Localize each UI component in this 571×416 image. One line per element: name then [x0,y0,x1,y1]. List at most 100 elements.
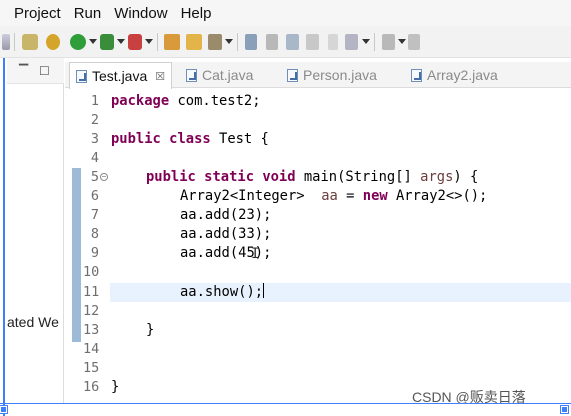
line-number: 4 [90,150,99,166]
tab-label: Test.java [92,68,148,84]
debug-icon[interactable] [46,34,60,50]
text-caret [263,283,265,298]
code-line-15: } [111,379,120,395]
line-number: 14 [83,341,100,357]
keyword: public [111,131,161,147]
keyword: void [262,169,296,185]
navigate-dropdown-icon[interactable] [398,39,406,44]
editor-tab-bar: Test.java ☒ Cat.java Person.java Array2.… [65,62,571,89]
code-text: = [337,188,363,204]
pencil-icon[interactable] [208,34,222,50]
menu-bar: Project Run Window Help [0,0,571,26]
selection-frame-left [3,0,5,416]
pin-icon[interactable] [245,34,257,50]
code-line-6: Array2<Integer> aa = new Array2<>(); [180,187,487,206]
keyword: package [111,93,170,109]
annotation-dropdown-icon[interactable] [362,39,370,44]
profile-dropdown-icon[interactable] [117,39,125,44]
code-text: aa.show(); [180,284,264,300]
code-line-3: public class Test { [111,130,269,149]
local-variable: aa [321,188,338,204]
run-dropdown-icon[interactable] [89,39,97,44]
tab-cat-java[interactable]: Cat.java [186,62,253,88]
code-text: Array2<Integer> [180,188,322,204]
java-file-icon [411,68,422,82]
tab-label: Cat.java [202,67,254,83]
pencil-dropdown-icon[interactable] [225,39,233,44]
code-text: main(String[] [295,169,421,185]
toolbar-separator [237,33,238,51]
keyword: static [204,169,254,185]
menu-project[interactable]: Project [14,5,61,22]
close-tab-icon[interactable]: ☒ [155,70,165,83]
bookmark-icon[interactable] [2,34,10,50]
navigate-icon[interactable] [382,34,395,50]
selection-handle-bottom-right[interactable] [560,405,569,414]
tab-label: Person.java [303,67,377,83]
selection-frame-bottom [0,403,571,404]
code-text: ) { [453,169,479,185]
mouse-ibeam-cursor: I [251,246,260,262]
line-number: 11 [83,284,100,300]
java-file-icon [76,69,87,83]
tab-test-java[interactable]: Test.java ☒ [69,62,173,89]
code-line-1: package com.test2; [111,92,261,111]
line-number: 12 [83,303,100,319]
menu-help[interactable]: Help [181,5,212,22]
parameter: args [420,169,454,185]
collapse-fold-icon[interactable]: − [100,173,108,181]
profile-icon[interactable] [100,34,114,50]
keyword: new [362,188,388,204]
line-number: 2 [90,112,99,128]
line-number: 7 [90,207,99,223]
line-number: 13 [83,322,100,338]
csdn-watermark: CSDN @贩卖日落 [412,389,526,405]
change-marker-bar [72,168,81,342]
menu-window[interactable]: Window [114,5,167,22]
next-annotation-icon[interactable] [408,34,420,50]
toolbar-separator [14,33,15,51]
tab-array2-java[interactable]: Array2.java [411,62,498,88]
line-number: 10 [83,264,100,280]
line-number: 6 [90,188,99,204]
line-number: 8 [90,226,99,242]
search-icon[interactable] [266,34,278,50]
toolbar-separator [157,33,158,51]
new-package-icon[interactable] [164,34,180,50]
keyword: class [169,131,211,147]
coverage-dropdown-icon[interactable] [145,39,153,44]
java-file-icon [287,68,298,82]
tab-person-java[interactable]: Person.java [287,62,377,88]
line-number: 9 [90,245,99,261]
left-side-panel: ▔ ☐ ated We [7,58,64,403]
maximize-icon[interactable]: ☐ [39,64,50,78]
settings-icon[interactable] [22,34,38,50]
toolbar-separator [374,33,375,51]
code-text: Array2<>(); [387,188,488,204]
paragraph-icon[interactable] [328,34,338,50]
run-icon[interactable] [70,34,86,50]
menu-run[interactable]: Run [74,5,102,22]
left-panel-clipped-text: ated We [7,314,59,330]
code-text: Test { [210,131,269,147]
minimize-icon[interactable]: ▔ [19,64,28,78]
keyword: public [146,169,196,185]
line-number: 16 [83,379,100,395]
left-panel-header: ▔ ☐ [7,58,64,84]
code-line-11: aa.show(); [180,283,265,302]
code-editor[interactable]: 1 2 3 4 5 6 7 8 9 10 11 12 13 14 15 16 −… [65,89,571,403]
coverage-icon[interactable] [128,34,142,50]
line-number: 1 [90,93,99,109]
line-number: 15 [83,360,100,376]
document-alt-icon[interactable] [306,34,319,50]
java-file-icon [186,68,197,82]
tab-label: Array2.java [427,67,498,83]
code-line-7: aa.add(23); [180,207,272,223]
annotation-icon[interactable] [345,34,358,50]
line-number: 5 [90,169,99,185]
document-icon[interactable] [286,34,299,50]
open-folder-icon[interactable] [186,34,202,50]
line-number: 3 [90,131,99,147]
selection-handle-bottom-left[interactable] [0,405,8,414]
code-text: com.test2; [169,93,261,109]
